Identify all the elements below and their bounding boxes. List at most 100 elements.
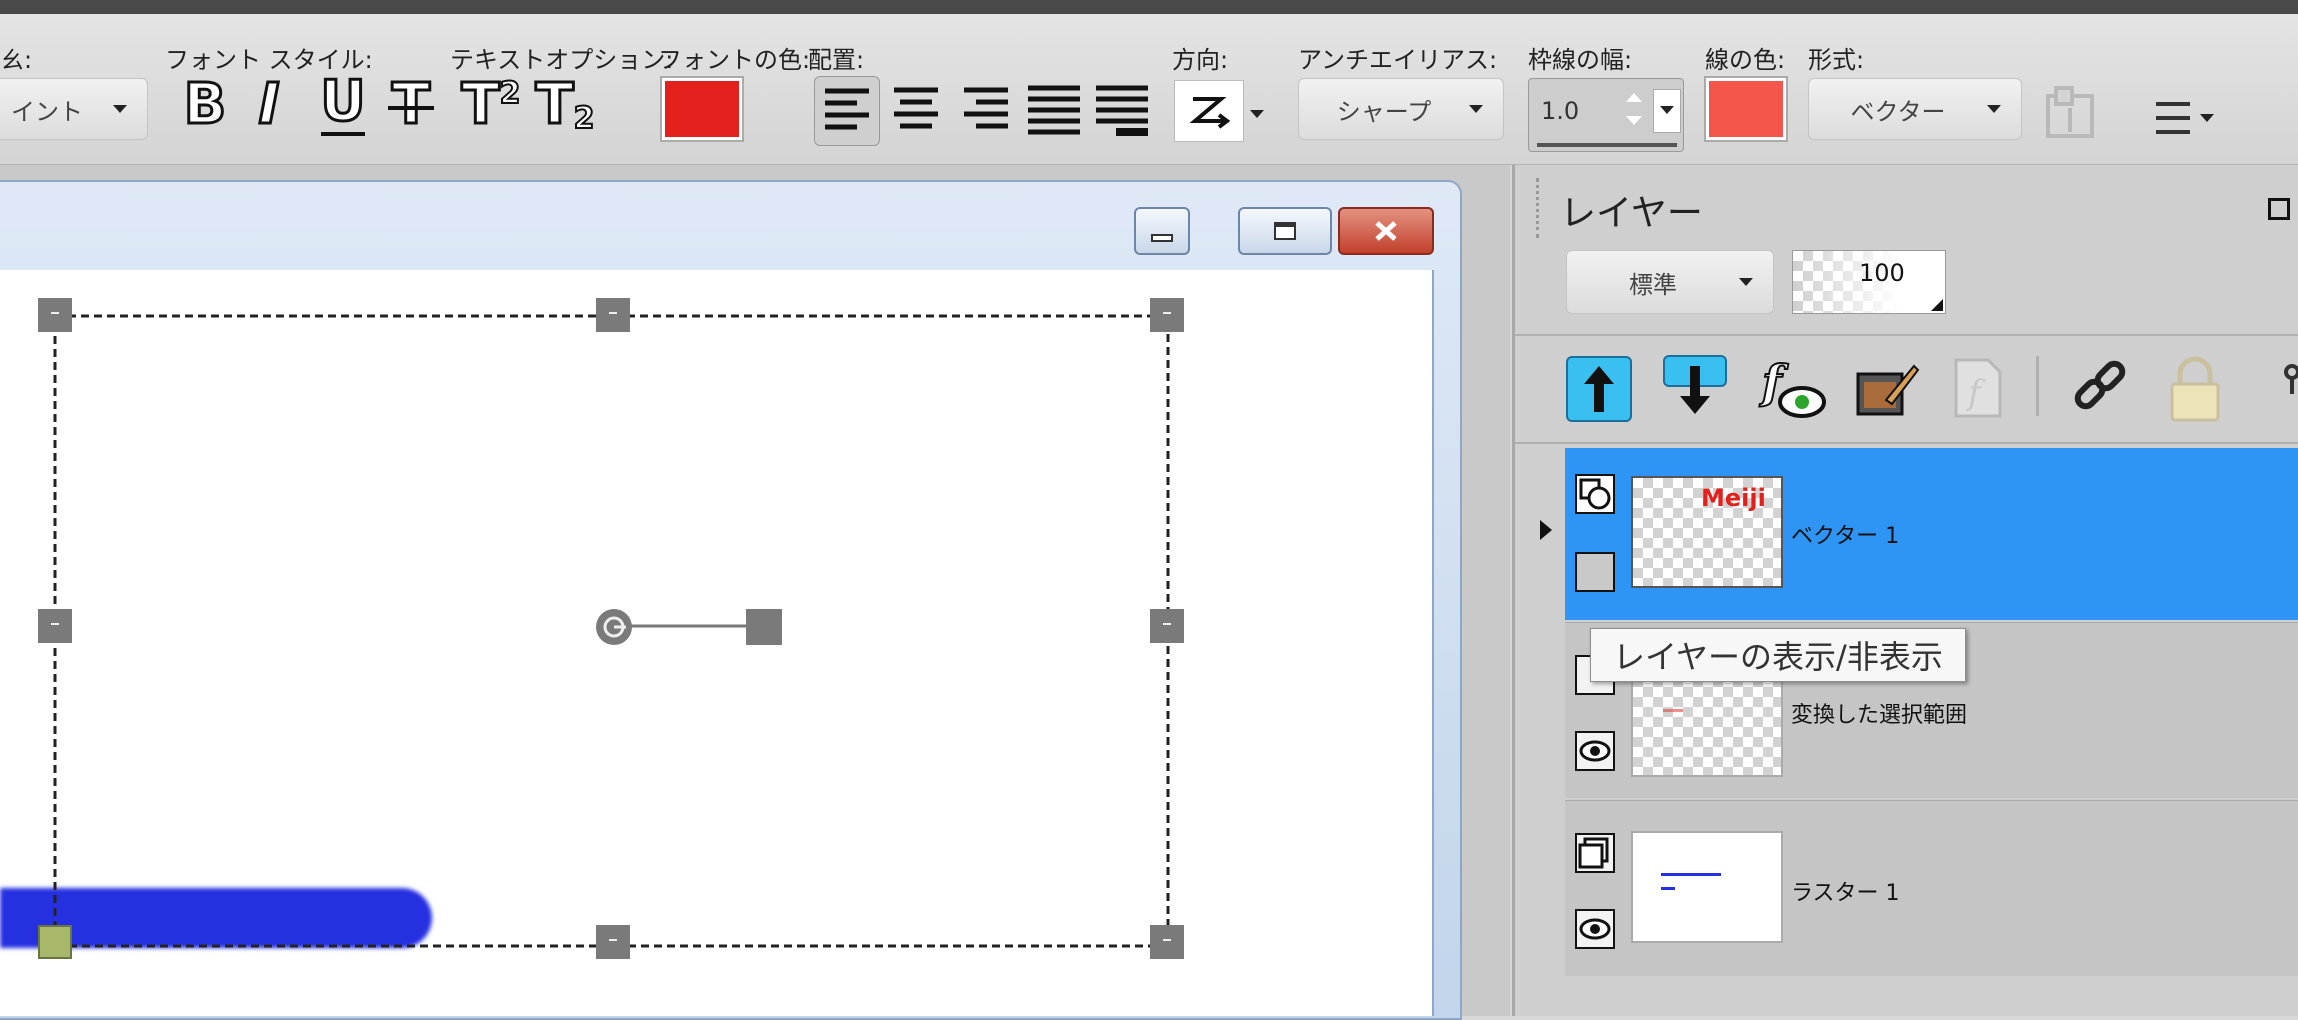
font-color-label: フォントの色: xyxy=(658,46,811,74)
direction-label: 方向: xyxy=(1172,46,1229,74)
size-label: ㄠ: xyxy=(0,46,33,74)
rotation-center-handle[interactable] xyxy=(596,609,632,645)
chevron-down-icon xyxy=(1987,105,2001,113)
maximize-panel-icon[interactable] xyxy=(2268,198,2290,220)
edit-layer-button[interactable] xyxy=(1852,354,1922,424)
format-value: ベクター xyxy=(1850,97,1946,126)
resize-handle-right[interactable] xyxy=(1150,609,1184,643)
spin-down-icon xyxy=(1626,116,1642,125)
antialias-label: アンチエイリアス: xyxy=(1298,46,1498,74)
direction-dropdown[interactable] xyxy=(1174,80,1244,142)
resize-handle-bottom-left[interactable] xyxy=(38,925,72,959)
underline-icon: U xyxy=(319,69,368,134)
tooltip: レイヤーの表示/非表示 xyxy=(1590,628,1966,682)
align-right-button[interactable] xyxy=(954,76,1020,146)
stroke-width-stepper[interactable]: 1.0 xyxy=(1528,78,1684,152)
move-layer-down-button[interactable] xyxy=(1660,352,1730,422)
strikethrough-button[interactable]: T xyxy=(384,70,438,140)
panel-divider xyxy=(1515,334,2298,336)
text-direction-icon xyxy=(1189,97,1231,129)
chevron-down-icon xyxy=(113,105,127,113)
more-layer-tools[interactable] xyxy=(2262,354,2298,424)
chevron-down-icon xyxy=(1469,105,1483,113)
layers-panel-title: レイヤー xyxy=(1560,193,1703,234)
rotate-icon xyxy=(603,616,626,638)
raster-layer-type-icon xyxy=(1575,833,1615,873)
strike-bar xyxy=(388,106,434,110)
layer-visibility-toggle[interactable] xyxy=(1575,731,1615,771)
thumbnail-text: Meiji xyxy=(1701,484,1766,512)
thumbnail-stroke xyxy=(1661,873,1721,876)
move-layer-up-button[interactable] xyxy=(1566,356,1632,422)
chevron-down-icon[interactable] xyxy=(1250,110,1264,118)
resize-handle-bottom[interactable] xyxy=(596,925,630,959)
subscript-button[interactable]: T 2 xyxy=(530,70,600,140)
brush-edit-icon xyxy=(1856,364,1920,416)
align-justify-button[interactable] xyxy=(1022,76,1088,146)
fx-eye-icon: f xyxy=(1758,354,1826,418)
expand-layer-icon[interactable] xyxy=(1540,520,1552,540)
font-color-fill xyxy=(665,81,739,137)
chevron-down-icon xyxy=(1660,106,1674,114)
align-left-button[interactable] xyxy=(814,76,880,146)
panel-divider xyxy=(1515,442,2298,444)
resize-handle-top-left[interactable] xyxy=(38,298,72,332)
layer-row-vector-1[interactable]: Meiji ベクター 1 xyxy=(1565,448,2298,620)
opacity-slider-icon xyxy=(1931,299,1943,311)
more-options-button[interactable] xyxy=(2150,88,2220,148)
lock-layer-button[interactable] xyxy=(2162,354,2228,426)
resize-handle-top-right[interactable] xyxy=(1150,298,1184,332)
spin-arrows[interactable] xyxy=(1619,87,1649,135)
minimize-button[interactable] xyxy=(1134,207,1190,255)
panel-grip[interactable] xyxy=(1536,178,1545,238)
arrow-down-icon xyxy=(1663,355,1727,414)
layer-name: ラスター 1 xyxy=(1791,881,1900,906)
align-center-button[interactable] xyxy=(884,76,950,146)
bold-button[interactable]: B xyxy=(180,70,230,140)
chain-link-icon xyxy=(2074,360,2126,410)
stroke-preview-line xyxy=(1537,143,1677,147)
opacity-field[interactable]: 100 xyxy=(1792,250,1946,314)
stroke-width-dropdown-button[interactable] xyxy=(1653,89,1681,133)
align-justify-last-button[interactable] xyxy=(1090,76,1156,146)
vector-layer-type-icon xyxy=(1575,474,1615,514)
superscript-button[interactable]: T 2 xyxy=(456,70,526,140)
close-button[interactable] xyxy=(1338,207,1434,255)
align-right-icon xyxy=(964,87,1008,129)
format-dropdown[interactable]: ベクター xyxy=(1808,78,2022,140)
italic-button[interactable]: I xyxy=(244,70,294,140)
layer-name: 変換した選択範囲 xyxy=(1791,703,1968,728)
apply-text-button[interactable] xyxy=(2042,84,2100,142)
resize-handle-top[interactable] xyxy=(596,298,630,332)
units-dropdown[interactable]: イント xyxy=(0,78,148,140)
opacity-value: 100 xyxy=(1859,259,1905,287)
antialias-value: シャープ xyxy=(1336,97,1432,126)
restore-button[interactable] xyxy=(1238,207,1332,255)
underline-button[interactable]: U xyxy=(316,70,370,140)
thumbnail-marks xyxy=(1663,709,1683,712)
italic-icon: I xyxy=(257,72,281,137)
format-label: 形式: xyxy=(1808,46,1865,74)
align-justify-icon xyxy=(1028,85,1080,135)
bold-icon: B xyxy=(182,72,228,137)
line-color-label: 線の色: xyxy=(1705,46,1786,74)
line-color-fill xyxy=(1709,81,1783,137)
line-color-swatch[interactable] xyxy=(1704,76,1788,142)
antialias-dropdown[interactable]: シャープ xyxy=(1298,78,1504,140)
text-frame-icon xyxy=(2046,86,2094,138)
blend-mode-dropdown[interactable]: 標準 xyxy=(1566,250,1774,314)
align-justify-last-icon xyxy=(1096,85,1148,136)
resize-handle-bottom-right[interactable] xyxy=(1150,925,1184,959)
resize-handle-left[interactable] xyxy=(38,609,72,643)
stroke-width-label: 枠線の幅: xyxy=(1528,46,1633,74)
layer-row-raster-1[interactable]: ラスター 1 xyxy=(1565,800,2298,976)
layer-thumbnail: Meiji xyxy=(1631,476,1783,588)
minimize-icon xyxy=(1151,234,1173,242)
rotation-handle[interactable] xyxy=(746,609,782,645)
link-layers-button[interactable] xyxy=(2066,354,2136,424)
layer-visibility-toggle[interactable] xyxy=(1575,552,1615,592)
layer-style-button[interactable]: f xyxy=(1948,354,2008,424)
layer-visibility-toggle[interactable] xyxy=(1575,909,1615,949)
font-color-swatch[interactable] xyxy=(660,76,744,142)
layer-effects-button[interactable]: f xyxy=(1756,352,1830,426)
